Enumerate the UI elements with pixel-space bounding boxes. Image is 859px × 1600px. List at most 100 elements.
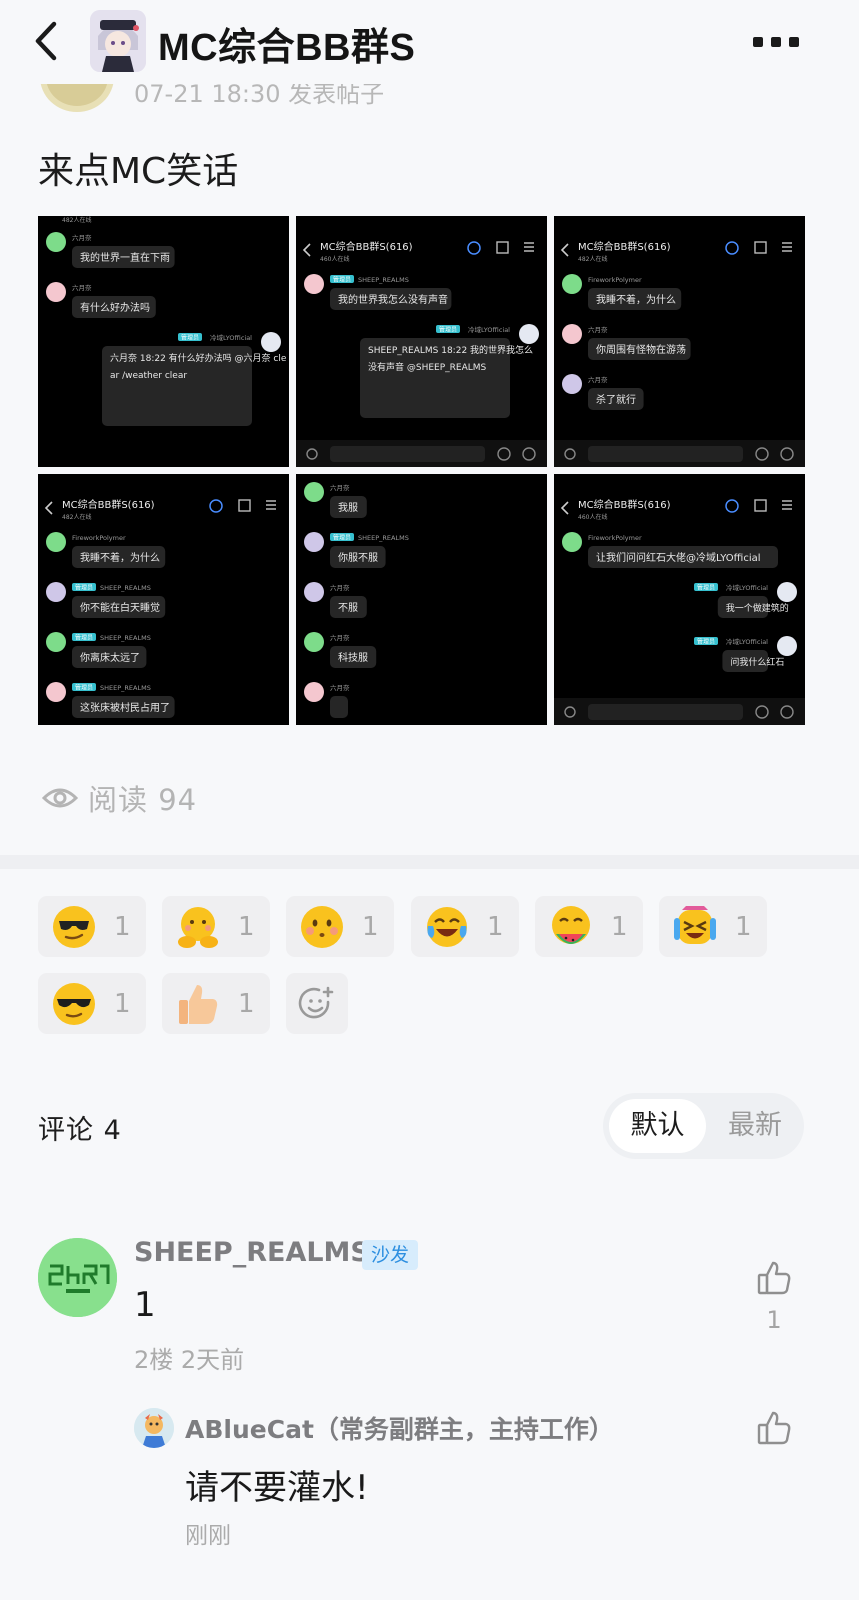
mini-admin-tag-label: 管理员 bbox=[75, 684, 93, 692]
mini-avatar bbox=[46, 632, 66, 652]
reaction-chip[interactable]: 1 bbox=[38, 896, 146, 957]
more-dots-icon[interactable] bbox=[752, 36, 800, 48]
mini-edit-icon bbox=[238, 499, 251, 512]
mini-menu-icon bbox=[524, 242, 534, 252]
post-image-3[interactable]: MC综合BB群S(616) 482人在线 FireworkPolymer 我睡不着，为… bbox=[554, 216, 805, 467]
post-image-5[interactable]: 六月奈 我服 管理员 SHEEP_REALMS 你服不服 六月奈 不服 六月奈 科技服 六月奈 bbox=[296, 474, 547, 725]
mini-input-field bbox=[588, 446, 743, 462]
mini-sender: 六月奈 bbox=[72, 233, 92, 242]
mini-message-text: 没有声音 @SHEEP_REALMS bbox=[368, 361, 487, 373]
mini-back-icon bbox=[44, 501, 53, 515]
reply-author[interactable]: ABlueCat（常务副群主，主持工作） bbox=[185, 1410, 614, 1446]
post-image-6[interactable]: MC综合BB群S(616) 460人在线 FireworkPolymer 让我们问问红… bbox=[554, 474, 805, 725]
mini-sender: 冷域LYOfficial bbox=[210, 333, 252, 342]
reaction-chip[interactable]: 1 bbox=[286, 896, 394, 957]
mini-chat-title: MC综合BB群S(616) bbox=[320, 240, 413, 253]
mini-message-text: 我一个做建筑的 bbox=[726, 602, 789, 614]
mini-message-text: 六月奈 18:22 有什么好办法吗 @六月奈 cle bbox=[110, 352, 287, 364]
mini-avatar bbox=[562, 532, 582, 552]
mini-online-count: 482人在线 bbox=[62, 513, 91, 521]
mini-sender: 冷域LYOfficial bbox=[726, 583, 768, 592]
mini-chat-title: MC综合BB群S(616) bbox=[578, 240, 671, 253]
mini-message-text: 问我什么红石 bbox=[730, 656, 784, 668]
mini-sender: 六月奈 bbox=[330, 633, 350, 642]
mini-chat-icon bbox=[467, 241, 481, 255]
reaction-chip[interactable]: 1 bbox=[162, 973, 270, 1034]
mini-edit-icon bbox=[754, 241, 767, 254]
post-image-2[interactable]: MC综合BB群S(616) 460人在线 管理员 SHEEP_REALMS 我的世界我怎… bbox=[296, 216, 547, 467]
read-label: 阅读 94 bbox=[88, 783, 198, 817]
mini-sender: SHEEP_REALMS bbox=[100, 584, 151, 592]
read-count: 阅读 94 bbox=[42, 778, 197, 818]
mini-menu-icon bbox=[266, 500, 276, 510]
reaction-chip[interactable]: 1 bbox=[162, 896, 270, 957]
mini-admin-tag-label: 管理员 bbox=[697, 584, 715, 592]
crying-laughing-emoji bbox=[674, 905, 716, 944]
avatar[interactable] bbox=[38, 1238, 117, 1317]
reaction-count: 1 bbox=[735, 911, 752, 942]
mini-sender: SHEEP_REALMS bbox=[358, 276, 409, 284]
reaction-chip[interactable]: 1 bbox=[659, 896, 767, 957]
mini-avatar bbox=[304, 632, 324, 652]
mini-sender: SHEEP_REALMS bbox=[358, 534, 409, 542]
sort-latest-button[interactable]: 最新 bbox=[715, 1099, 795, 1153]
mini-edit-icon bbox=[754, 499, 767, 512]
mini-sender: 六月奈 bbox=[330, 683, 350, 692]
mini-message-text: 你离床太远了 bbox=[80, 651, 140, 664]
mini-avatar bbox=[562, 274, 582, 294]
reply-meta: 刚刚 bbox=[185, 1523, 231, 1549]
mini-sender: 六月奈 bbox=[330, 583, 350, 592]
mini-back-icon bbox=[302, 243, 311, 257]
top-bar: MC综合BB群S bbox=[0, 0, 859, 84]
reply-text: 请不要灌水! bbox=[185, 1468, 369, 1508]
post-image-1[interactable]: 482人在线 六月奈 我的世界一直在下雨 六月奈 有什么好办法吗 冷域LYOfficial… bbox=[38, 216, 289, 467]
mini-avatar bbox=[562, 374, 582, 394]
reaction-chip[interactable]: 1 bbox=[38, 973, 146, 1034]
chevron-left-icon[interactable] bbox=[28, 18, 68, 64]
mini-avatar bbox=[777, 636, 797, 656]
comment-sort-toggle: 默认 最新 bbox=[603, 1093, 804, 1159]
mini-avatar bbox=[46, 582, 66, 602]
mini-bubble bbox=[330, 696, 348, 718]
mini-avatar bbox=[777, 582, 797, 602]
mini-avatar bbox=[562, 324, 582, 344]
reaction-count: 1 bbox=[611, 911, 628, 942]
mini-online-count: 482人在线 bbox=[578, 255, 607, 263]
chat-screenshot-4: MC综合BB群S(616) 482人在线 FireworkPolymer 我睡不着，为… bbox=[44, 498, 276, 718]
sort-default-button[interactable]: 默认 bbox=[609, 1099, 706, 1153]
post-title: 来点MC笑话 bbox=[38, 151, 239, 192]
comment-meta: 2楼 2天前 bbox=[134, 1346, 245, 1374]
section-divider bbox=[0, 855, 859, 869]
post-image-4[interactable]: MC综合BB群S(616) 482人在线 FireworkPolymer 我睡不着，为… bbox=[38, 474, 289, 725]
mini-admin-tag-label: 管理员 bbox=[333, 534, 351, 542]
mini-chat-title: MC综合BB群S(616) bbox=[578, 498, 671, 511]
mini-message-text: 科技服 bbox=[338, 651, 368, 664]
mini-admin-tag-label: 管理员 bbox=[75, 634, 93, 642]
mini-back-icon bbox=[560, 501, 569, 515]
mini-online-count: 460人在线 bbox=[578, 513, 607, 521]
mini-message-text: 不服 bbox=[338, 602, 358, 614]
page-title: MC综合BB群S bbox=[158, 27, 416, 69]
add-reaction-button[interactable] bbox=[286, 973, 348, 1034]
mini-admin-tag-label: 管理员 bbox=[181, 334, 199, 342]
avatar[interactable] bbox=[134, 1408, 174, 1448]
mini-sender: FireworkPolymer bbox=[72, 534, 126, 542]
chat-screenshot-5: 六月奈我服管理员 SHEEP_REALMS你服不服六月奈不服六月奈科技服六月奈 bbox=[304, 482, 409, 718]
like-icon[interactable] bbox=[756, 1260, 792, 1296]
mini-avatar bbox=[304, 532, 324, 552]
chat-screenshot-2: MC综合BB群S(616) 460人在线管理员 SHEEP_REALMS 我的世界我怎… bbox=[296, 240, 547, 467]
chat-screenshot-3: MC综合BB群S(616) 482人在线 FireworkPolymer 我睡不着，为… bbox=[554, 240, 805, 467]
mini-back-icon bbox=[560, 243, 569, 257]
group-avatar[interactable] bbox=[90, 10, 146, 72]
mini-avatar bbox=[304, 482, 324, 502]
sunglasses-face-emoji bbox=[53, 982, 95, 1025]
reaction-count: 1 bbox=[362, 911, 379, 942]
comment-author[interactable]: SHEEP_REALMS bbox=[134, 1237, 370, 1268]
like-icon[interactable] bbox=[756, 1410, 792, 1446]
like-count: 1 bbox=[766, 1306, 782, 1334]
mini-admin-tag-label: 管理员 bbox=[439, 326, 457, 334]
reaction-chip[interactable]: 1 bbox=[411, 896, 519, 957]
mini-message-text: 我睡不着，为什么 bbox=[596, 293, 676, 306]
reaction-chip[interactable]: 1 bbox=[535, 896, 643, 957]
eye-icon bbox=[42, 788, 78, 808]
